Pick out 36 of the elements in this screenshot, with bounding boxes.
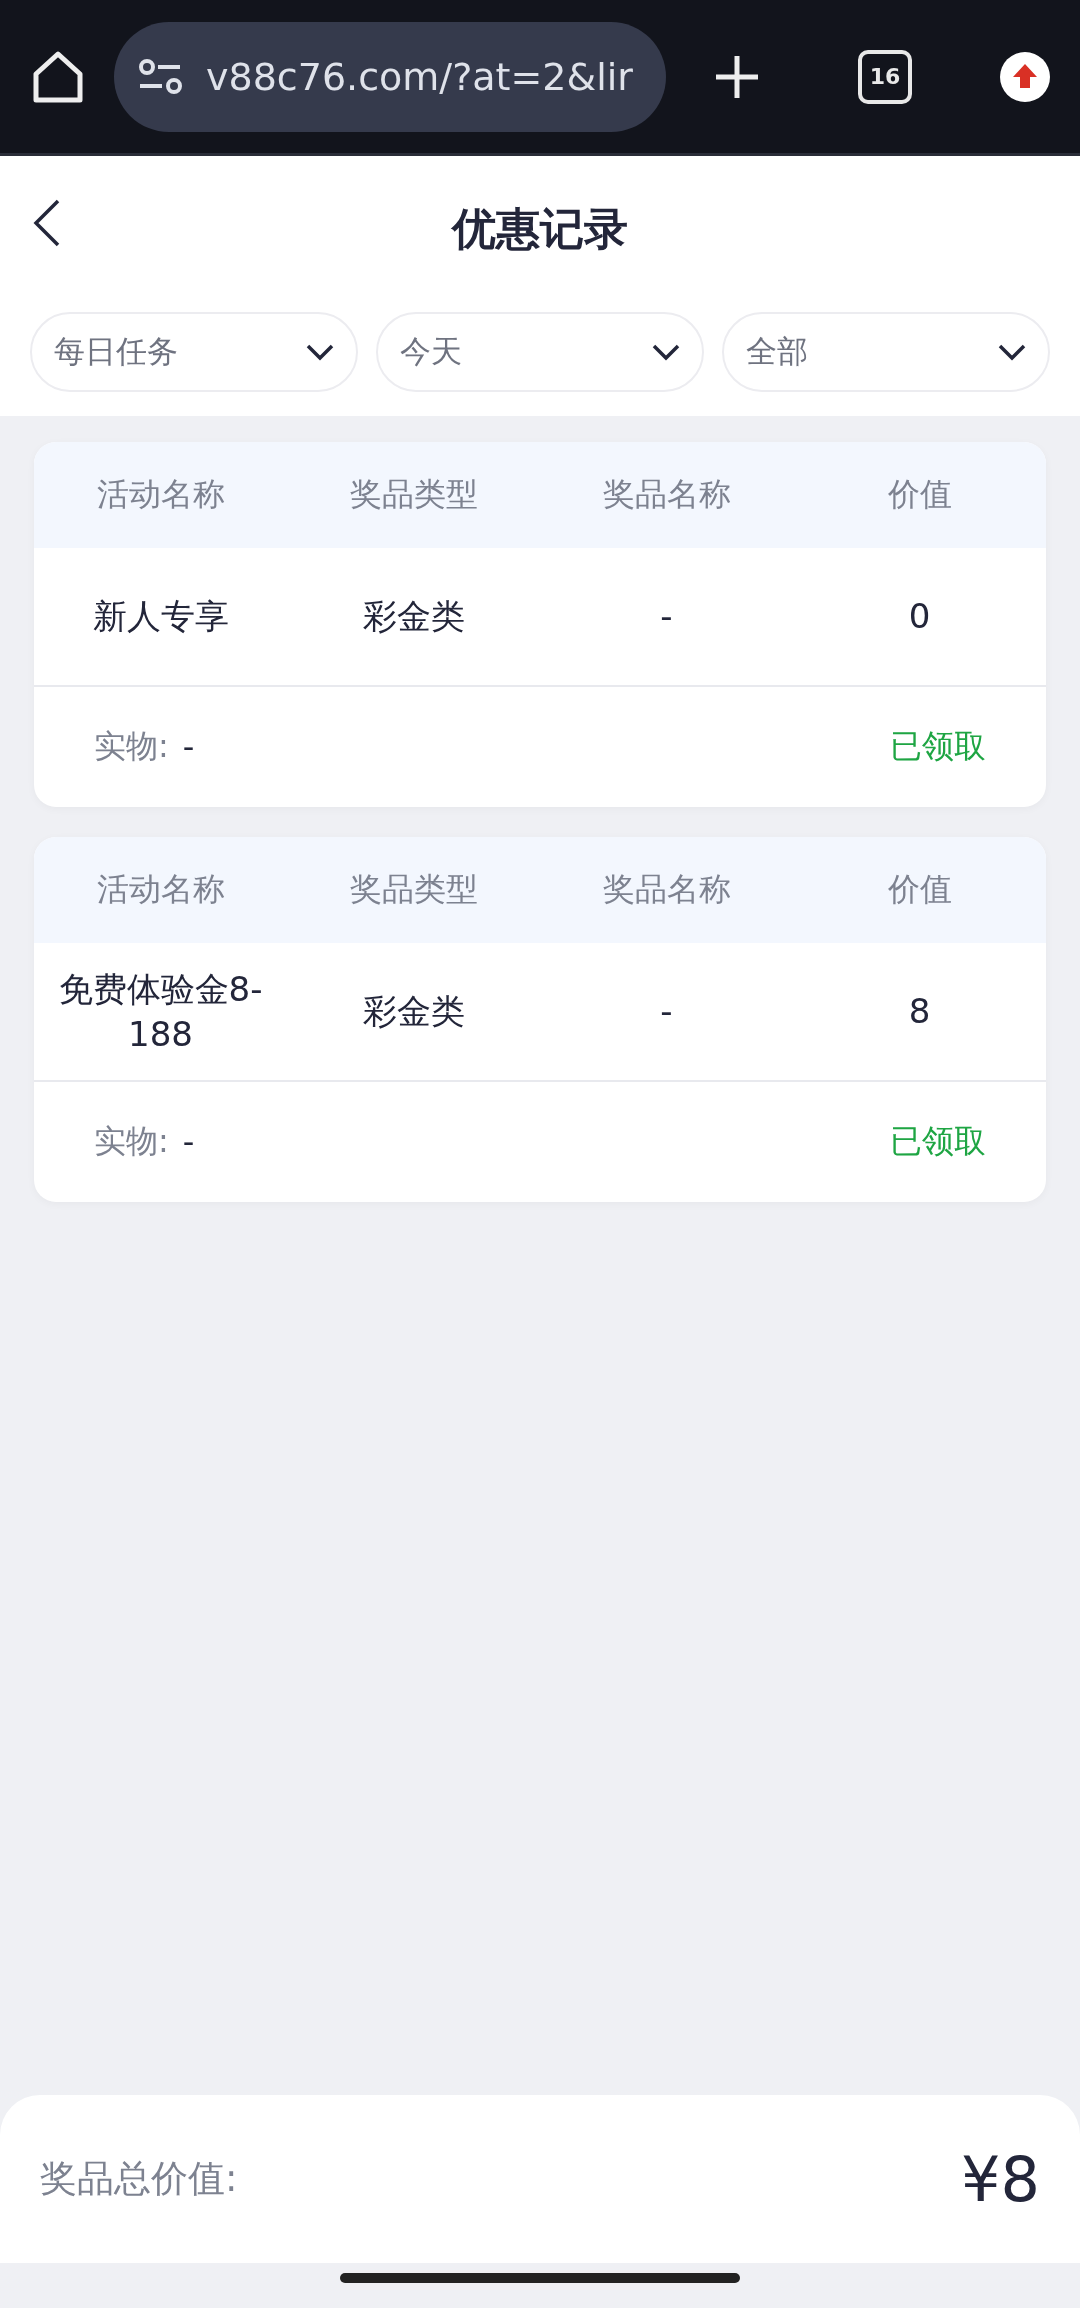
table-cell-text: 免费体验金8-188 bbox=[57, 968, 264, 1056]
item-value: - bbox=[182, 1123, 195, 1161]
column-header: 奖品类型 bbox=[348, 474, 479, 515]
column-header: 活动名称 bbox=[95, 474, 226, 515]
table-cell-text: - bbox=[659, 595, 674, 639]
table-cell-text: 彩金类 bbox=[361, 595, 466, 639]
item-label: 实物: bbox=[94, 1121, 169, 1162]
table-cell-text: 0 bbox=[907, 595, 932, 639]
chevron-down-icon bbox=[652, 343, 680, 361]
column-header: 奖品名称 bbox=[601, 474, 732, 515]
total-label: 奖品总价值: bbox=[40, 2156, 238, 2202]
table-cell-text: 新人专享 bbox=[91, 595, 230, 639]
filter-dropdown[interactable]: 全部 bbox=[722, 312, 1050, 392]
item-label: 实物: bbox=[94, 726, 169, 767]
column-header: 奖品名称 bbox=[601, 869, 732, 910]
address-bar[interactable]: v88c76.com/?at=2&lir bbox=[114, 21, 666, 132]
table-cell-text: - bbox=[659, 990, 674, 1034]
plus-icon[interactable] bbox=[714, 53, 760, 100]
filter-dropdown[interactable]: 每日任务 bbox=[30, 312, 358, 392]
chevron-down-icon bbox=[998, 343, 1026, 361]
status-text: 已领取 bbox=[890, 726, 986, 767]
table-cell-text: 彩金类 bbox=[361, 990, 466, 1034]
total-value: ¥8 bbox=[961, 2142, 1040, 2216]
column-header: 价值 bbox=[886, 474, 953, 515]
item-value: - bbox=[182, 728, 195, 766]
tab-count[interactable]: 16 bbox=[858, 49, 912, 104]
upload-icon[interactable] bbox=[1000, 51, 1050, 102]
status-text: 已领取 bbox=[890, 1121, 986, 1162]
column-header: 奖品类型 bbox=[348, 869, 479, 910]
column-header: 活动名称 bbox=[95, 869, 226, 910]
back-icon[interactable] bbox=[32, 198, 62, 248]
page-title: 优惠记录 bbox=[452, 201, 628, 256]
column-header: 价值 bbox=[886, 869, 953, 910]
filter-dropdown[interactable]: 今天 bbox=[376, 312, 704, 392]
chevron-down-icon bbox=[306, 343, 334, 361]
table-cell-text: 8 bbox=[907, 990, 932, 1034]
